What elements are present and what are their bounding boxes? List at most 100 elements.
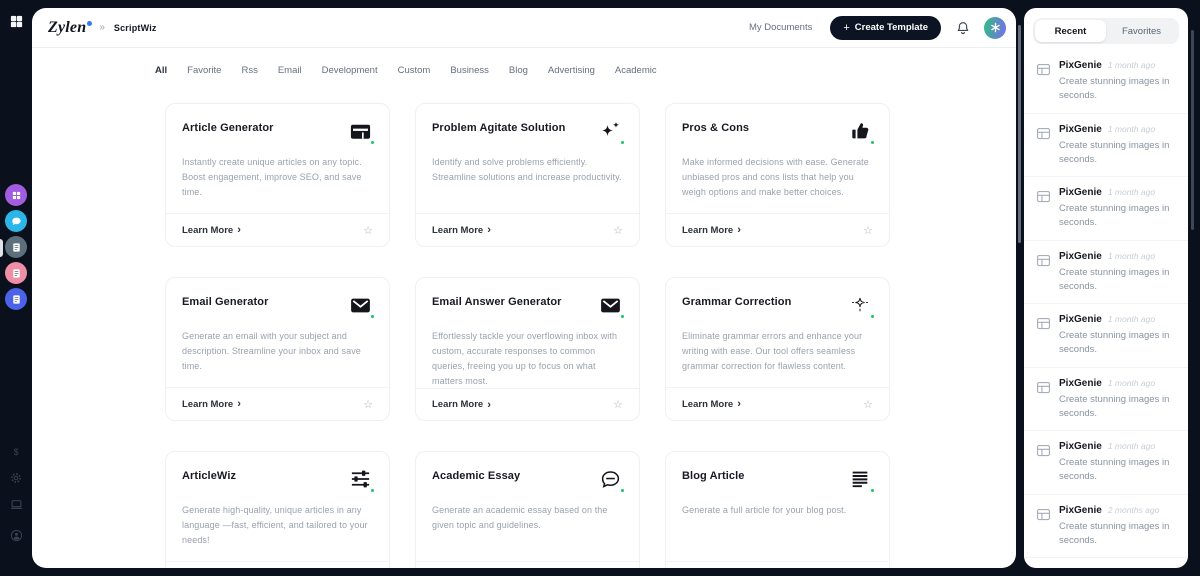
card-body: Grammar Correction Eliminate grammar err… (666, 278, 889, 387)
tab-recent[interactable]: Recent (1035, 20, 1106, 42)
grammar-icon (850, 295, 870, 315)
workspace-cyan[interactable] (5, 210, 27, 232)
status-dot (620, 314, 625, 319)
card-body: Article Generator Instantly create uniqu… (166, 104, 389, 213)
avatar[interactable] (984, 17, 1006, 39)
status-dot (870, 488, 875, 493)
learn-more-label: Learn More (682, 225, 733, 236)
template-card[interactable]: Problem Agitate Solution Identify and so… (415, 103, 640, 247)
star-icon[interactable]: ☆ (363, 224, 373, 237)
bell-icon[interactable] (955, 20, 971, 36)
filter-tab-rss[interactable]: Rss (241, 63, 257, 78)
status-dot (870, 314, 875, 319)
recent-item[interactable]: PixGenie 1 month ago Create stunning ima… (1024, 368, 1188, 432)
filter-tab-email[interactable]: Email (278, 63, 302, 78)
template-card[interactable]: Blog Article Generate a full article for… (665, 451, 890, 568)
template-card[interactable]: Grammar Correction Eliminate grammar err… (665, 277, 890, 421)
recent-item[interactable]: PixGenie 1 month ago Create stunning ima… (1024, 431, 1188, 495)
recent-item[interactable]: PixGenie 1 month ago Create stunning ima… (1024, 304, 1188, 368)
create-template-label: Create Template (855, 22, 928, 33)
recent-item-title: PixGenie (1059, 251, 1102, 262)
learn-more-link[interactable]: Learn More › (432, 399, 491, 411)
dollar-icon[interactable]: $ (9, 445, 23, 459)
learn-more-link[interactable]: Learn More › (432, 224, 491, 236)
blog-icon (849, 468, 871, 490)
filter-tab-custom[interactable]: Custom (398, 63, 431, 78)
recent-item-time: 1 month ago (1108, 60, 1155, 70)
apps-launcher-button[interactable] (0, 14, 32, 29)
card-footer: Learn More › ☆ (666, 561, 889, 568)
chevron-right-icon: › (487, 224, 491, 236)
template-card[interactable]: Academic Essay Generate an academic essa… (415, 451, 640, 568)
filter-tab-academic[interactable]: Academic (615, 63, 657, 78)
filter-tab-favorite[interactable]: Favorite (187, 63, 221, 78)
star-icon[interactable]: ☆ (613, 398, 623, 411)
status-dot (620, 488, 625, 493)
card-title: Academic Essay (432, 466, 520, 482)
my-documents-link[interactable]: My Documents (749, 22, 812, 33)
template-grid: Article Generator Instantly create uniqu… (165, 103, 890, 568)
filter-tab-development[interactable]: Development (322, 63, 378, 78)
star-icon[interactable]: ☆ (863, 224, 873, 237)
recent-item[interactable]: PixGenie 2 months ago Create stunning im… (1024, 495, 1188, 559)
filter-tab-all[interactable]: All (155, 63, 167, 78)
rail-bottom-icons: $ (0, 445, 32, 543)
card-footer: Learn More › ☆ (166, 387, 389, 420)
filter-tab-business[interactable]: Business (450, 63, 489, 78)
recent-item[interactable]: PixGenie 2 months ago Create stunning im… (1024, 558, 1188, 568)
filter-tab-blog[interactable]: Blog (509, 63, 528, 78)
template-card[interactable]: ArticleWiz Generate high-quality, unique… (165, 451, 390, 568)
recent-item[interactable]: PixGenie 1 month ago Create stunning ima… (1024, 50, 1188, 114)
main-scrollbar[interactable] (1018, 25, 1021, 243)
recent-item-title: PixGenie (1059, 187, 1102, 198)
learn-more-link[interactable]: Learn More › (182, 224, 241, 236)
card-description: Eliminate grammar errors and enhance you… (682, 329, 873, 374)
recent-item[interactable]: PixGenie 1 month ago Create stunning ima… (1024, 177, 1188, 241)
card-description: Generate a full article for your blog po… (682, 503, 873, 518)
recent-item[interactable]: PixGenie 1 month ago Create stunning ima… (1024, 241, 1188, 305)
card-description: Effortlessly tackle your overflowing inb… (432, 329, 623, 388)
recent-item[interactable]: PixGenie 1 month ago Create stunning ima… (1024, 114, 1188, 178)
recent-list: PixGenie 1 month ago Create stunning ima… (1024, 50, 1188, 568)
card-description: Make informed decisions with ease. Gener… (682, 155, 873, 200)
laptop-icon[interactable] (9, 497, 24, 512)
template-icon (1036, 380, 1051, 422)
sparkles-icon (598, 119, 622, 143)
support-icon[interactable] (9, 528, 24, 543)
create-template-button[interactable]: + Create Template (830, 16, 941, 40)
tab-favorites[interactable]: Favorites (1106, 20, 1177, 42)
card-description: Identify and solve problems efficiently.… (432, 155, 623, 185)
learn-more-link[interactable]: Learn More › (682, 398, 741, 410)
workspace-blue[interactable] (5, 288, 27, 310)
recent-item-time: 1 month ago (1108, 441, 1155, 451)
template-card[interactable]: Pros & Cons Make informed decisions with… (665, 103, 890, 247)
gear-icon[interactable] (9, 471, 23, 485)
card-description: Generate an academic essay based on the … (432, 503, 623, 533)
workspace-slate[interactable] (5, 236, 27, 258)
star-icon[interactable]: ☆ (363, 398, 373, 411)
learn-more-link[interactable]: Learn More › (682, 224, 741, 236)
recent-item-title: PixGenie (1059, 441, 1102, 452)
filter-tab-advertising[interactable]: Advertising (548, 63, 595, 78)
star-icon[interactable]: ☆ (613, 224, 623, 237)
app-logo: Zylen (48, 19, 86, 37)
template-icon (1036, 62, 1051, 104)
recent-item-description: Create stunning images in seconds. (1059, 75, 1178, 104)
recent-item-time: 1 month ago (1108, 187, 1155, 197)
star-icon[interactable]: ☆ (863, 398, 873, 411)
workspace-rose[interactable] (5, 262, 27, 284)
recent-item-description: Create stunning images in seconds. (1059, 520, 1178, 549)
status-dot (620, 140, 625, 145)
logo-dot (87, 21, 92, 26)
template-card[interactable]: Article Generator Instantly create uniqu… (165, 103, 390, 247)
template-card[interactable]: Email Answer Generator Effortlessly tack… (415, 277, 640, 421)
breadcrumb-separator-icon: » (99, 22, 105, 33)
workspace-purple[interactable] (5, 184, 27, 206)
card-title: Blog Article (682, 466, 745, 482)
right-panel-scrollbar[interactable] (1191, 30, 1194, 230)
learn-more-link[interactable]: Learn More › (182, 398, 241, 410)
template-card[interactable]: Email Generator Generate an email with y… (165, 277, 390, 421)
template-icon (1036, 316, 1051, 358)
card-description: Instantly create unique articles on any … (182, 155, 373, 200)
article-icon (349, 120, 372, 143)
